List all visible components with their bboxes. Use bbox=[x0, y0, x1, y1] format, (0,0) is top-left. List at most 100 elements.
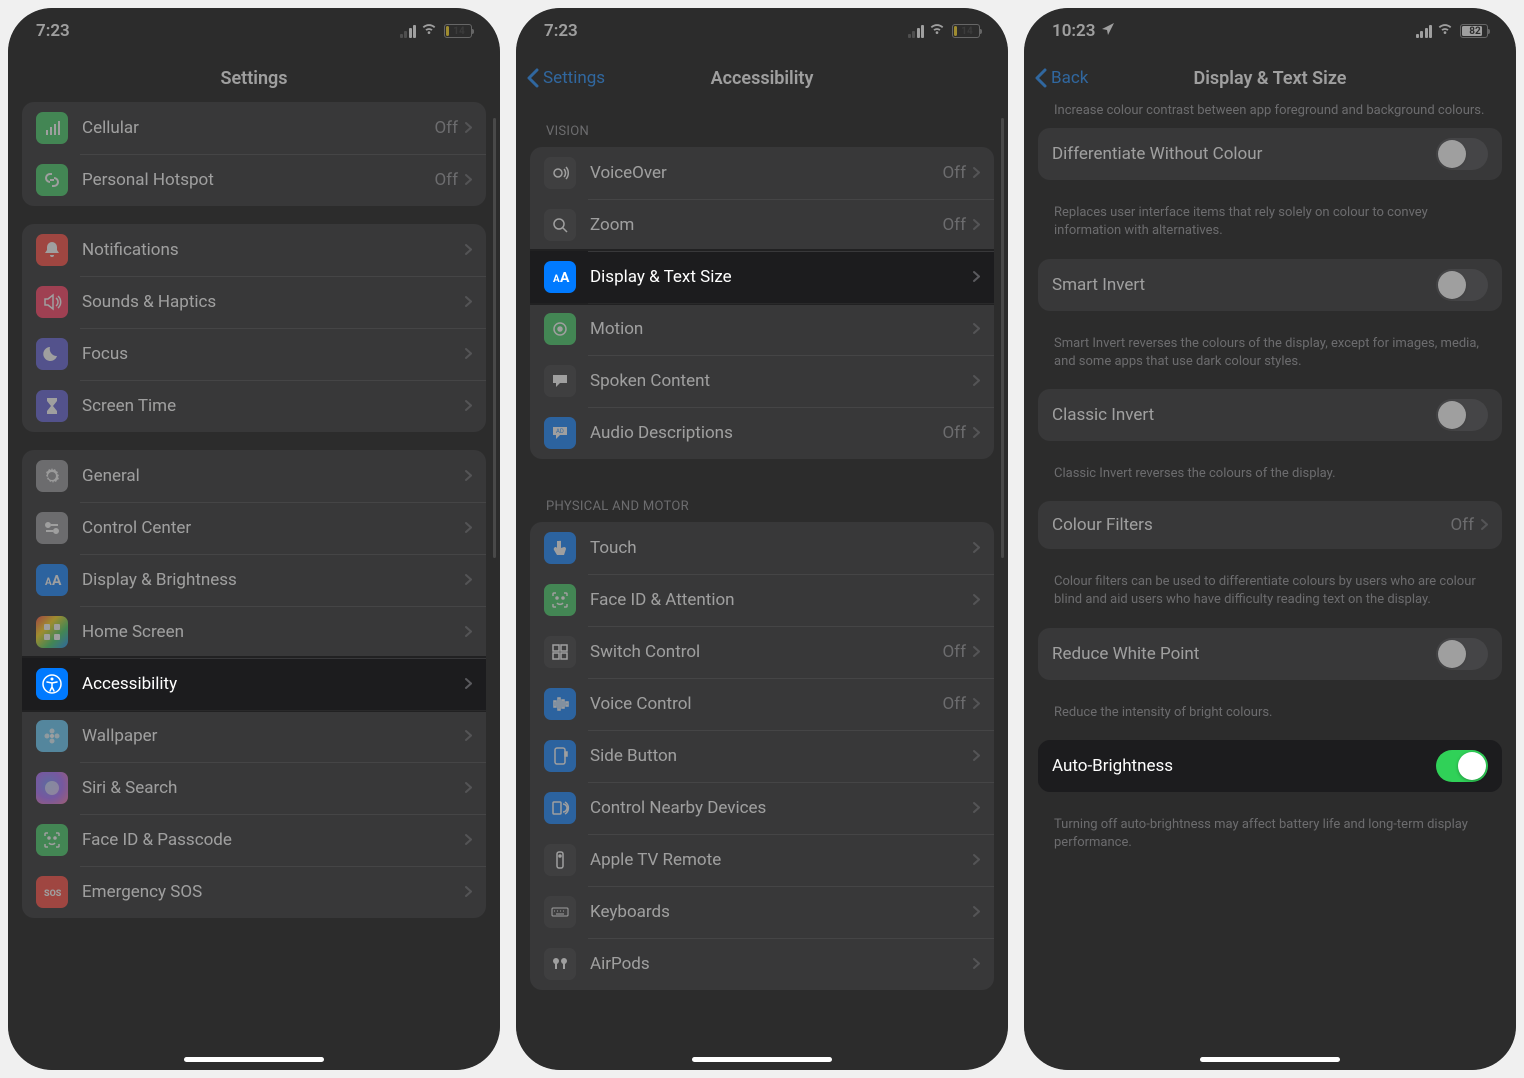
row-label: Voice Control bbox=[590, 694, 942, 714]
row-value: Off bbox=[942, 163, 966, 183]
back-button[interactable]: Settings bbox=[526, 68, 605, 88]
row-control-nearby-devices[interactable]: Control Nearby Devices bbox=[530, 782, 994, 834]
scrollbar[interactable] bbox=[493, 118, 496, 558]
row-label: Sounds & Haptics bbox=[82, 292, 464, 312]
textsize-icon: AA bbox=[544, 261, 576, 293]
footer-text: Colour filters can be used to differenti… bbox=[1038, 567, 1502, 609]
grid-icon bbox=[36, 616, 68, 648]
toggle-reduce-white-point[interactable] bbox=[1436, 638, 1488, 670]
row-spoken-content[interactable]: Spoken Content bbox=[530, 355, 994, 407]
svg-text:A: A bbox=[52, 573, 62, 589]
row-voice-control[interactable]: Voice ControlOff bbox=[530, 678, 994, 730]
chevron-right-icon bbox=[972, 851, 980, 870]
chevron-right-icon bbox=[972, 372, 980, 391]
scrollbar[interactable] bbox=[1001, 118, 1004, 558]
display-text-size-list[interactable]: Increase colour contrast between app for… bbox=[1024, 102, 1516, 1070]
row-side-button[interactable]: Side Button bbox=[530, 730, 994, 782]
settings-list[interactable]: CellularOffPersonal HotspotOff Notificati… bbox=[8, 102, 500, 1070]
ad-icon: AD bbox=[544, 417, 576, 449]
toggle-classic-invert[interactable] bbox=[1436, 399, 1488, 431]
row-airpods[interactable]: AirPods bbox=[530, 938, 994, 990]
accessibility-list[interactable]: VISIONVoiceOverOffZoomOffAADisplay & Tex… bbox=[516, 102, 1008, 1070]
status-indicators: 14 bbox=[908, 21, 981, 41]
row-label: Auto-Brightness bbox=[1052, 756, 1436, 776]
row-label: General bbox=[82, 466, 464, 486]
home-indicator[interactable] bbox=[1200, 1057, 1340, 1062]
row-focus[interactable]: Focus bbox=[22, 328, 486, 380]
chevron-right-icon bbox=[464, 779, 472, 798]
chevron-right-icon bbox=[464, 883, 472, 902]
row-auto-brightness[interactable]: Auto-Brightness bbox=[1038, 740, 1502, 792]
row-display-brightness[interactable]: AADisplay & Brightness bbox=[22, 554, 486, 606]
row-label: Apple TV Remote bbox=[590, 850, 972, 870]
row-audio-descriptions[interactable]: ADAudio DescriptionsOff bbox=[530, 407, 994, 459]
home-indicator[interactable] bbox=[184, 1057, 324, 1062]
row-face-id-attention[interactable]: Face ID & Attention bbox=[530, 574, 994, 626]
row-voiceover[interactable]: VoiceOverOff bbox=[530, 147, 994, 199]
row-general[interactable]: General bbox=[22, 450, 486, 502]
row-wallpaper[interactable]: Wallpaper bbox=[22, 710, 486, 762]
row-label: Face ID & Passcode bbox=[82, 830, 464, 850]
row-accessibility[interactable]: Accessibility bbox=[22, 658, 486, 710]
row-siri-search[interactable]: Siri & Search bbox=[22, 762, 486, 814]
row-label: Accessibility bbox=[82, 674, 464, 694]
battery-indicator: 14 bbox=[950, 24, 980, 38]
row-notifications[interactable]: Notifications bbox=[22, 224, 486, 276]
row-label: Reduce White Point bbox=[1052, 644, 1436, 664]
row-label: Screen Time bbox=[82, 396, 464, 416]
row-keyboards[interactable]: Keyboards bbox=[530, 886, 994, 938]
row-personal-hotspot[interactable]: Personal HotspotOff bbox=[22, 154, 486, 206]
row-value: Off bbox=[942, 642, 966, 662]
chevron-right-icon bbox=[972, 799, 980, 818]
chevron-right-icon bbox=[464, 623, 472, 642]
chevron-right-icon bbox=[464, 467, 472, 486]
chevron-right-icon bbox=[464, 241, 472, 260]
chevron-right-icon bbox=[972, 424, 980, 443]
section-header: PHYSICAL AND MOTOR bbox=[530, 477, 994, 522]
row-touch[interactable]: Touch bbox=[530, 522, 994, 574]
row-differentiate-without-colour[interactable]: Differentiate Without Colour bbox=[1038, 128, 1502, 180]
battery-indicator: 14 bbox=[442, 24, 472, 38]
settings-group: Auto-Brightness bbox=[1038, 740, 1502, 792]
settings-group: Reduce White Point bbox=[1038, 628, 1502, 680]
row-label: Classic Invert bbox=[1052, 405, 1436, 425]
row-home-screen[interactable]: Home Screen bbox=[22, 606, 486, 658]
row-switch-control[interactable]: Switch ControlOff bbox=[530, 626, 994, 678]
svg-text:A: A bbox=[553, 274, 560, 285]
page-title: Accessibility bbox=[711, 68, 814, 89]
row-label: Touch bbox=[590, 538, 972, 558]
row-reduce-white-point[interactable]: Reduce White Point bbox=[1038, 628, 1502, 680]
row-display-text-size[interactable]: AADisplay & Text Size bbox=[530, 251, 994, 303]
status-indicators: 82 bbox=[1416, 21, 1489, 41]
row-label: AirPods bbox=[590, 954, 972, 974]
row-smart-invert[interactable]: Smart Invert bbox=[1038, 259, 1502, 311]
row-classic-invert[interactable]: Classic Invert bbox=[1038, 389, 1502, 441]
toggle-differentiate-without-colour[interactable] bbox=[1436, 138, 1488, 170]
svg-text:A: A bbox=[45, 577, 52, 588]
toggle-auto-brightness[interactable] bbox=[1436, 750, 1488, 782]
row-zoom[interactable]: ZoomOff bbox=[530, 199, 994, 251]
voice-icon bbox=[544, 688, 576, 720]
airpods-icon bbox=[544, 948, 576, 980]
footer-text: Turning off auto-brightness may affect b… bbox=[1038, 810, 1502, 852]
row-sounds-haptics[interactable]: Sounds & Haptics bbox=[22, 276, 486, 328]
back-button[interactable]: Back bbox=[1034, 68, 1088, 88]
row-screen-time[interactable]: Screen Time bbox=[22, 380, 486, 432]
chevron-right-icon bbox=[464, 293, 472, 312]
toggle-smart-invert[interactable] bbox=[1436, 269, 1488, 301]
row-control-center[interactable]: Control Center bbox=[22, 502, 486, 554]
tvremote-icon bbox=[544, 844, 576, 876]
footer-text: Replaces user interface items that rely … bbox=[1038, 198, 1502, 240]
home-indicator[interactable] bbox=[692, 1057, 832, 1062]
chevron-right-icon bbox=[464, 727, 472, 746]
chevron-right-icon bbox=[464, 345, 472, 364]
nav-header: Back Display & Text Size bbox=[1024, 54, 1516, 102]
row-cellular[interactable]: CellularOff bbox=[22, 102, 486, 154]
row-colour-filters[interactable]: Colour FiltersOff bbox=[1038, 501, 1502, 549]
chevron-right-icon bbox=[464, 171, 472, 190]
row-face-id-passcode[interactable]: Face ID & Passcode bbox=[22, 814, 486, 866]
row-apple-tv-remote[interactable]: Apple TV Remote bbox=[530, 834, 994, 886]
row-emergency-sos[interactable]: SOSEmergency SOS bbox=[22, 866, 486, 918]
phone-settings: 7:23 14 Settings CellularOffPersonal Hot… bbox=[8, 8, 500, 1070]
row-motion[interactable]: Motion bbox=[530, 303, 994, 355]
